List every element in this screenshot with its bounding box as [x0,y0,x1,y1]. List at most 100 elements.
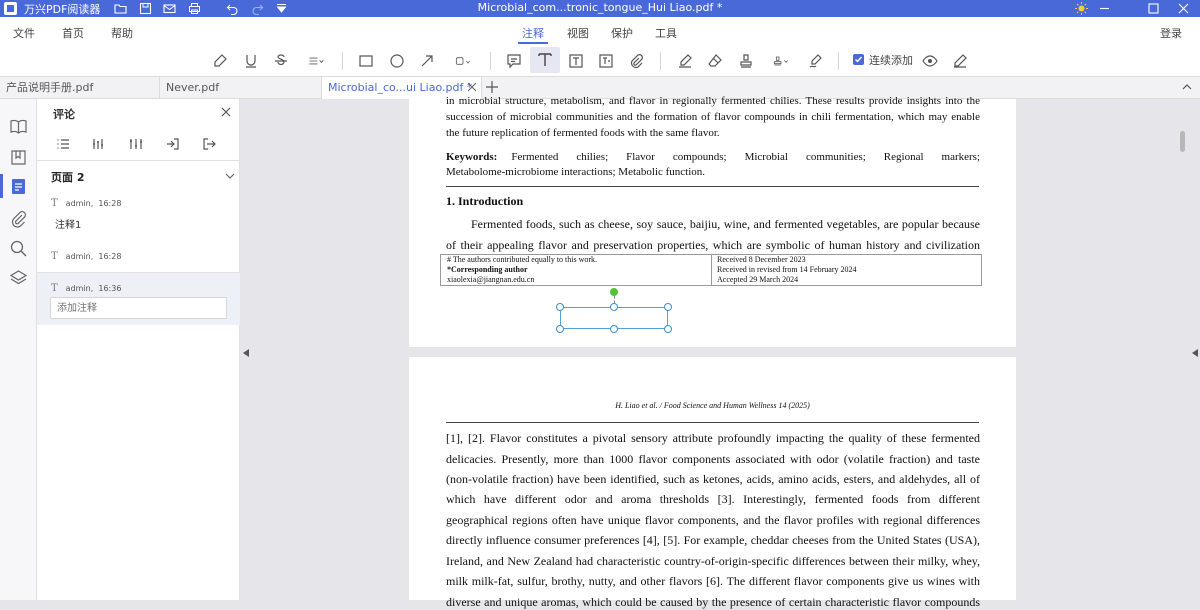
edit-pen-icon[interactable] [948,50,972,72]
rectangle-tool-icon[interactable] [354,50,378,72]
doc-tab-manual[interactable]: 产品说明手册.pdf [0,77,160,99]
comment-item-selected[interactable]: Tadmin, 16:36 [37,273,240,325]
search-icon[interactable] [9,239,28,258]
header-rule [446,422,979,423]
resize-handle[interactable] [556,325,564,333]
layers-icon[interactable] [9,269,28,288]
close-window-button[interactable] [1176,1,1191,16]
body-line: Ireland, and New Zealand had characteris… [446,554,980,568]
filter-icon[interactable] [92,137,106,151]
highlight-tool-icon[interactable] [208,50,232,72]
add-note-input[interactable] [50,297,227,319]
show-annotations-eye-icon[interactable] [918,50,942,72]
pdf-page-2: H. Liao et al. / Food Science and Human … [409,357,1016,609]
text-annotation-icon: T [51,251,58,262]
text-align-dropdown-icon[interactable] [303,50,329,72]
resize-handle[interactable] [556,303,564,311]
panel-title: 评论 [53,108,75,121]
sign-tool-icon[interactable] [804,50,828,72]
text-field-tool-icon[interactable] [564,50,588,72]
keywords-label: Keywords: [446,151,498,163]
body-line: which have different odor and aroma thre… [446,492,980,506]
window-title: Microbial_com...tronic_tongue_Hui Liao.p… [477,1,723,14]
abstract-line: in microbial structure, metabolism, and … [446,95,980,107]
body-line: [1], [2]. Flavor constitutes a pivotal s… [446,431,980,445]
body-line: geographical regions often have unique f… [446,513,980,527]
bookmark-icon[interactable] [9,148,28,167]
pencil-tool-icon[interactable] [673,50,697,72]
eraser-tool-icon[interactable] [703,50,727,72]
panel-divider [37,160,240,161]
tab-annotate[interactable]: 注释 [522,25,544,41]
rotate-handle[interactable] [610,288,618,296]
import-icon[interactable] [166,137,180,151]
resize-handle[interactable] [610,303,618,311]
footnote-text: *Corresponding author [447,265,528,274]
arrow-tool-icon[interactable] [415,50,439,72]
attachment-icon[interactable] [9,209,28,228]
resize-handle[interactable] [664,325,672,333]
tab-tools[interactable]: 工具 [655,25,677,41]
strikethrough-tool-icon[interactable] [269,50,293,72]
underline-tool-icon[interactable] [239,50,263,72]
doc-tab-label: Never.pdf [166,81,220,94]
active-rail-indicator [0,174,3,198]
comment-author: admin, [65,284,94,293]
comment-meta: Tadmin, 16:36 [51,283,121,294]
options-icon[interactable] [129,137,143,151]
theme-sun-icon[interactable] [1074,1,1089,16]
minimize-button[interactable] [1097,1,1112,16]
shapes-dropdown-icon[interactable] [449,50,477,72]
footnote-box: # The authors contributed equally to thi… [440,254,982,286]
footnote-text: Received in revised from 14 February 202… [717,265,857,274]
vertical-scrollbar[interactable] [1180,131,1185,152]
comment-time: 16:36 [98,284,122,293]
new-tab-plus-icon[interactable] [485,80,499,94]
menu-home[interactable]: 首页 [62,25,84,41]
menu-help[interactable]: 帮助 [111,25,133,41]
attachment-tool-icon[interactable] [624,50,648,72]
page-group-header[interactable]: 页面 2 [51,169,84,185]
pages-book-icon[interactable] [9,117,28,136]
signature-stamp-dropdown-icon[interactable] [767,50,795,72]
tab-protect[interactable]: 保护 [611,25,633,41]
rotate-handle-line [614,296,615,303]
sort-list-icon[interactable] [56,137,70,151]
keywords-text: Fermented chilies; Flavor compounds; Mic… [511,151,980,163]
collapse-right-panel-icon[interactable] [1192,347,1198,357]
chevron-down-icon[interactable] [225,171,235,181]
callout-tool-icon[interactable] [594,50,618,72]
text-box-tool-icon[interactable] [530,47,560,73]
close-tab-icon[interactable] [465,80,479,94]
body-line: (non-volatile fraction) have been identi… [446,472,980,486]
comment-item[interactable]: Tadmin, 16:28 注释1 [37,198,240,248]
toolbar-divider [660,52,661,70]
note-tool-icon[interactable] [502,50,526,72]
export-icon[interactable] [202,137,216,151]
comment-item[interactable]: Tadmin, 16:28 [37,251,240,271]
close-panel-icon[interactable] [221,107,231,117]
tab-view[interactable]: 视图 [567,25,589,41]
collapse-left-panel-icon[interactable] [243,347,249,357]
footnote-text: # The authors contributed equally to thi… [447,255,598,264]
footnote-text: xiaolexia@jiangnan.edu.cn [447,275,535,284]
ellipse-tool-icon[interactable] [385,50,409,72]
menu-file[interactable]: 文件 [13,25,35,41]
continuous-add-checkbox[interactable] [853,54,864,65]
body-line: diverse and unique aromas, which could b… [446,595,980,609]
chevron-up-icon[interactable] [1182,82,1192,92]
doc-tab-label: Microbial_co...ui Liao.pdf * [328,81,473,94]
footnote-divider [711,255,712,285]
body-line: milk milk-fat, sulfur, brothy, nutty, an… [446,574,980,588]
stamp-tool-icon[interactable] [734,50,758,72]
resize-handle[interactable] [610,325,618,333]
comments-panel-icon[interactable] [9,177,28,196]
login-link[interactable]: 登录 [1160,25,1182,41]
comment-time: 16:28 [98,252,122,261]
toolbar-divider [838,52,839,70]
resize-handle[interactable] [664,303,672,311]
doc-tab-never[interactable]: Never.pdf [160,77,322,99]
text-annotation-icon: T [51,283,58,294]
maximize-button[interactable] [1146,1,1161,16]
keywords-line-2: Metabolome-microbiome interactions; Meta… [446,166,706,178]
